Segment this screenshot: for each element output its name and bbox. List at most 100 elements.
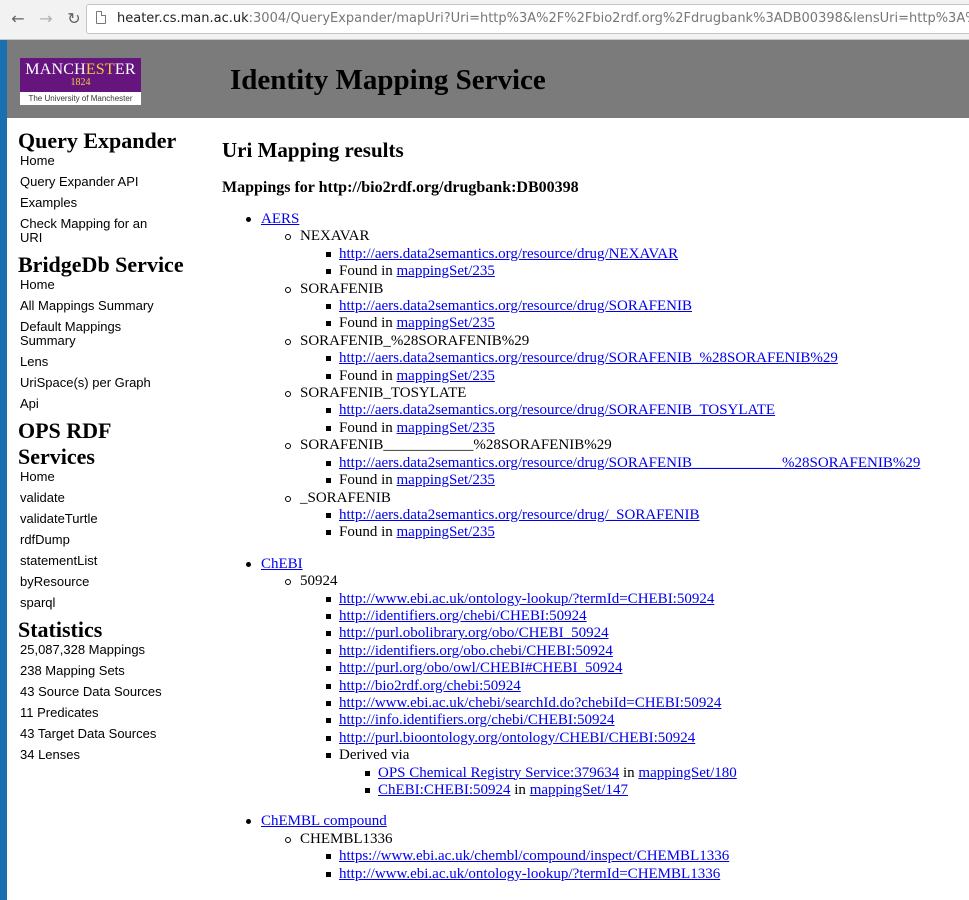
sidebar-item-ops-rdf[interactable]: rdfDump (20, 533, 170, 547)
sidebar-item-query-expander[interactable]: Home (20, 154, 170, 168)
found-in-label: Found in (339, 263, 397, 280)
mapped-uri-link[interactable]: http://purl.bioontology.org/ontology/CHE… (339, 730, 695, 746)
sidebar-item-bridgedb[interactable]: Home (20, 278, 170, 292)
mapped-uri-link[interactable]: http://purl.obolibrary.org/obo/CHEBI_509… (339, 625, 609, 641)
sidebar-item-query-expander[interactable]: Examples (20, 196, 170, 210)
found-in-item: Found in mappingSet/235 (300, 315, 967, 332)
mapping-group-entries: http://aers.data2semantics.org/resource/… (300, 298, 967, 333)
datasource-link[interactable]: AERS (261, 211, 299, 227)
logo-wordmark: MANCHESTER (25, 61, 136, 78)
mapped-uri-link[interactable]: http://aers.data2semantics.org/resource/… (339, 246, 678, 262)
disc-bullet (246, 217, 251, 222)
mapping-group-name: 50924 (300, 573, 338, 590)
forward-arrow-icon[interactable]: → (36, 9, 56, 29)
mapped-uri-link[interactable]: http://aers.data2semantics.org/resource/… (339, 298, 692, 314)
square-bullet (326, 871, 331, 877)
circle-bullet (285, 579, 291, 586)
mapping-set-link[interactable]: mappingSet/235 (397, 524, 495, 540)
mapped-uri-link[interactable]: http://bio2rdf.org/chebi:50924 (339, 678, 521, 694)
mapped-uri-link[interactable]: http://aers.data2semantics.org/resource/… (339, 402, 775, 418)
sidebar-item-ops-rdf[interactable]: Home (20, 470, 170, 484)
sidebar-item-ops-rdf[interactable]: statementList (20, 554, 170, 568)
mapped-uri-link[interactable]: http://identifiers.org/chebi/CHEBI:50924 (339, 608, 587, 624)
mapping-group-name: _SORAFENIB (300, 489, 391, 506)
sidebar-item-ops-rdf[interactable]: sparql (20, 596, 170, 610)
site-header: MANCHESTER 1824 The University of Manche… (7, 40, 969, 118)
square-bullet (326, 613, 331, 619)
mapped-uri-link[interactable]: http://aers.data2semantics.org/resource/… (339, 350, 838, 366)
mapping-set-link[interactable]: mappingSet/235 (397, 420, 495, 436)
mapping-set-link[interactable]: mappingSet/235 (397, 472, 495, 488)
url-path: :3004/QueryExpander/mapUri?Uri=http%3A%2… (248, 11, 969, 26)
mapping-group: NEXAVAR http://aers.data2semantics.org/re… (261, 228, 967, 280)
mapped-uri-item: http://info.identifiers.org/chebi/CHEBI:… (300, 712, 967, 729)
circle-bullet (285, 391, 291, 398)
university-logo[interactable]: MANCHESTER 1824 The University of Manche… (20, 58, 141, 105)
mapping-set-link[interactable]: mappingSet/147 (530, 782, 628, 798)
mapping-set-link[interactable]: mappingSet/235 (397, 263, 495, 279)
mapped-uri-item: http://www.ebi.ac.uk/ontology-lookup/?te… (300, 866, 967, 883)
mapped-uri-link[interactable]: http://www.ebi.ac.uk/ontology-lookup/?te… (339, 866, 720, 882)
sidebar-item-ops-rdf[interactable]: validate (20, 491, 170, 505)
sidebar-item-bridgedb[interactable]: Default Mappings Summary (20, 320, 170, 348)
datasource-link[interactable]: ChEBI (261, 556, 303, 572)
page-icon (96, 11, 106, 24)
sidebar-heading-statistics: Statistics (18, 617, 103, 642)
sidebar-item-ops-rdf[interactable]: validateTurtle (20, 512, 170, 526)
mapped-uri-link[interactable]: http://www.ebi.ac.uk/ontology-lookup/?te… (339, 591, 714, 607)
derived-via-label: Derived via (339, 747, 410, 764)
mapping-group-entries: http://aers.data2semantics.org/resource/… (300, 246, 967, 281)
mapped-uri-link[interactable]: http://aers.data2semantics.org/resource/… (339, 455, 920, 471)
disc-bullet (246, 561, 251, 567)
mapped-uri-item: http://aers.data2semantics.org/resource/… (300, 246, 967, 263)
reload-icon[interactable]: ↻ (64, 9, 84, 29)
in-label: in (619, 764, 639, 781)
mapped-uri-link[interactable]: https://www.ebi.ac.uk/chembl/compound/in… (339, 848, 729, 864)
page-edge-strip (0, 40, 7, 900)
mapping-group-entries: http://www.ebi.ac.uk/ontology-lookup/?te… (300, 591, 967, 800)
mapping-set-link[interactable]: mappingSet/235 (397, 315, 495, 331)
sidebar-item-bridgedb[interactable]: UriSpace(s) per Graph (20, 376, 170, 390)
mapped-uri-link[interactable]: http://aers.data2semantics.org/resource/… (339, 507, 700, 523)
mappings-subtitle: Mappings for http://bio2rdf.org/drugbank… (222, 179, 579, 196)
mapped-uri-item: https://www.ebi.ac.uk/chembl/compound/in… (300, 848, 967, 865)
sidebar-item-ops-rdf[interactable]: byResource (20, 575, 170, 589)
mapped-uri-link[interactable]: http://info.identifiers.org/chebi/CHEBI:… (339, 712, 615, 728)
found-in-item: Found in mappingSet/235 (300, 472, 967, 489)
mapping-group: SORAFENIB____________%28SORAFENIB%29 http… (261, 437, 967, 489)
square-bullet (326, 854, 331, 860)
mapped-uri-link[interactable]: http://www.ebi.ac.uk/chebi/searchId.do?c… (339, 695, 721, 711)
derived-source-link[interactable]: ChEBI:CHEBI:50924 (378, 782, 511, 798)
square-bullet (326, 356, 331, 362)
square-bullet (326, 425, 331, 431)
derived-source-link[interactable]: OPS Chemical Registry Service:379634 (378, 765, 619, 781)
square-bullet (326, 596, 331, 602)
address-bar[interactable]: heater.cs.man.ac.uk:3004/QueryExpander/m… (86, 4, 969, 34)
sidebar-item-bridgedb[interactable]: Api (20, 397, 170, 411)
address-url[interactable]: heater.cs.man.ac.uk:3004/QueryExpander/m… (117, 11, 969, 26)
sidebar-heading-bridgedb: BridgeDb Service (18, 252, 184, 277)
mapped-uri-item: http://aers.data2semantics.org/resource/… (300, 402, 967, 419)
square-bullet (326, 269, 331, 275)
square-bullet (326, 700, 331, 706)
mapped-uri-link[interactable]: http://identifiers.org/obo.chebi/CHEBI:5… (339, 643, 613, 659)
sidebar-item-query-expander[interactable]: Check Mapping for an URI (20, 217, 170, 245)
sidebar-item-bridgedb[interactable]: All Mappings Summary (20, 299, 170, 313)
logo-university-name: The University of Manchester (20, 92, 141, 105)
datasource-link[interactable]: ChEMBL compound (261, 813, 387, 829)
sidebar-item-bridgedb[interactable]: Lens (20, 355, 170, 369)
sidebar-heading-ops-rdf: OPS RDF Services (18, 418, 111, 469)
mapping-set-link[interactable]: mappingSet/235 (397, 368, 495, 384)
sidebar-statistic: 238 Mapping Sets (20, 663, 125, 678)
mapped-uri-link[interactable]: http://purl.org/obo/owl/CHEBI#CHEBI_5092… (339, 660, 622, 676)
square-bullet (326, 408, 331, 414)
square-bullet (326, 666, 331, 672)
mapped-uri-item: http://aers.data2semantics.org/resource/… (300, 507, 967, 524)
back-arrow-icon[interactable]: ← (8, 9, 28, 29)
circle-bullet (285, 234, 291, 241)
circle-bullet (285, 443, 291, 450)
datasource-chembl-compound: ChEMBL compound CHEMBL1336 https://www.ebi… (222, 813, 967, 883)
mapping-results: AERS NEXAVAR http://aers.data2semantics.or… (222, 211, 967, 883)
mapping-set-link[interactable]: mappingSet/180 (638, 765, 736, 781)
sidebar-item-query-expander[interactable]: Query Expander API (20, 175, 170, 189)
